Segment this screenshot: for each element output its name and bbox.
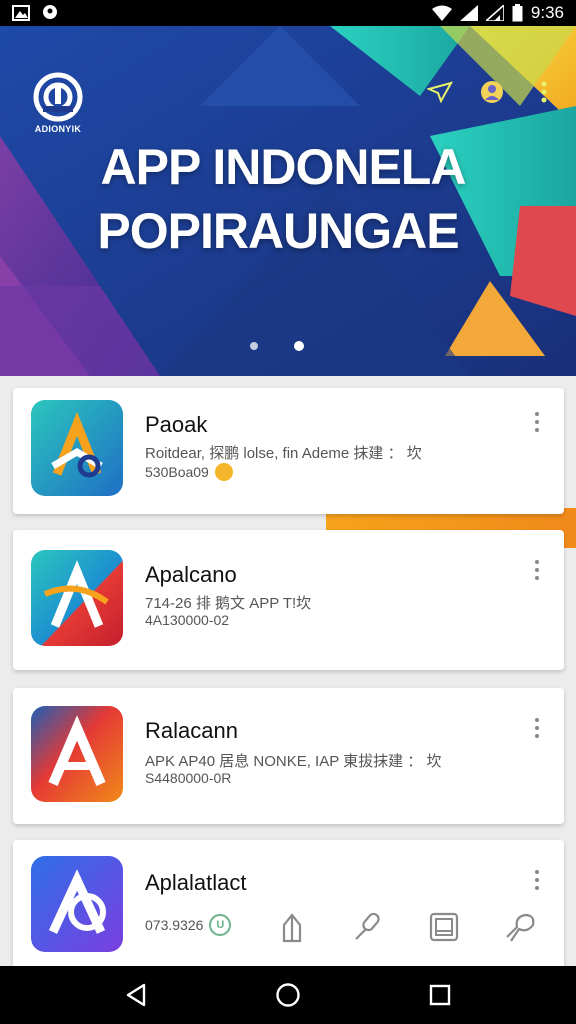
app-meta: 530Boa09 bbox=[145, 463, 233, 481]
gallery-icon[interactable] bbox=[427, 910, 461, 944]
location-icon bbox=[42, 4, 58, 22]
settings-icon[interactable] bbox=[503, 910, 537, 944]
hero-banner[interactable]: ADIONYIK APP INDONELA POPIRAUNGAE bbox=[0, 26, 576, 376]
brand-logo: ADIONYIK bbox=[28, 72, 88, 134]
gallery-icon bbox=[12, 5, 30, 21]
status-bar: 9:36 bbox=[0, 0, 576, 26]
app-meta: 073.9326 U bbox=[145, 914, 232, 936]
app-meta-text: 4A130000-02 bbox=[145, 612, 230, 628]
overflow-menu-icon[interactable] bbox=[532, 412, 542, 432]
app-card[interactable]: Aplalatlact 073.9326 U bbox=[13, 840, 564, 970]
verified-icon: U bbox=[209, 914, 232, 936]
system-nav-bar bbox=[0, 966, 576, 1024]
emoji-icon bbox=[214, 463, 233, 481]
app-meta: 4A130000-02 bbox=[145, 612, 229, 628]
status-right-icons: 9:36 bbox=[431, 3, 564, 23]
home-icon[interactable] bbox=[268, 975, 308, 1015]
wifi-icon bbox=[431, 5, 452, 21]
app-card[interactable]: Apalcano 714-26 排 鹅文 APP T!坎 4A130000-02 bbox=[13, 530, 564, 670]
banner-title-line2: POPIRAUNGAE bbox=[97, 203, 459, 259]
app-card[interactable]: Ralacann APK AP40 居息 NONKE, IAP 東拔抹建 ： 坎… bbox=[13, 688, 564, 824]
mic-icon[interactable] bbox=[351, 910, 385, 944]
status-time: 9:36 bbox=[530, 3, 564, 22]
carousel-indicator bbox=[250, 341, 304, 351]
app-name: Apalcano bbox=[145, 562, 237, 587]
app-description: 714-26 排 鹅文 APP T!坎 bbox=[145, 595, 312, 612]
battery-icon bbox=[512, 4, 523, 22]
back-icon[interactable] bbox=[116, 975, 156, 1015]
overflow-menu-icon[interactable] bbox=[532, 718, 542, 738]
banner-title-line1: APP INDONELA bbox=[100, 139, 467, 195]
app-meta: S4480000-0R bbox=[145, 770, 231, 786]
brand-logo-text: ADIONYIK bbox=[34, 124, 82, 134]
app-name: Paoak bbox=[145, 412, 208, 437]
signal-icon bbox=[459, 5, 478, 21]
overflow-menu-icon[interactable] bbox=[532, 560, 542, 580]
app-meta-text: 073.9326 bbox=[145, 917, 204, 933]
recents-icon[interactable] bbox=[420, 975, 460, 1015]
app-name: Aplalatlact bbox=[145, 870, 247, 895]
app-name: Ralacann bbox=[145, 718, 238, 743]
banner-actions bbox=[426, 78, 558, 106]
app-description: APK AP40 居息 NONKE, IAP 東拔抹建 ： 坎 bbox=[145, 753, 442, 770]
app-meta-text: 530Boa09 bbox=[145, 464, 209, 480]
app-meta-text: S4480000-0R bbox=[145, 770, 232, 786]
carousel-dot[interactable] bbox=[250, 342, 258, 350]
app-description: Roitdear, 探鹏 lolse, fin Ademe 抹建 ： 坎 bbox=[145, 445, 422, 462]
share-icon[interactable] bbox=[275, 910, 309, 944]
status-left-icons bbox=[12, 4, 58, 22]
overflow-menu-icon[interactable] bbox=[532, 870, 542, 890]
signal-icon bbox=[485, 5, 504, 21]
app-icon-teal[interactable] bbox=[31, 400, 123, 496]
more-icon[interactable] bbox=[530, 78, 558, 106]
app-icon-red-teal[interactable] bbox=[31, 550, 123, 646]
carousel-dot-active[interactable] bbox=[294, 341, 304, 351]
send-icon[interactable] bbox=[426, 78, 454, 106]
app-card[interactable]: Paoak Roitdear, 探鹏 lolse, fin Ademe 抹建 ：… bbox=[13, 388, 564, 514]
profile-icon[interactable] bbox=[478, 78, 506, 106]
app-icon-red-orange[interactable] bbox=[31, 706, 123, 802]
app-icon-blue-purple[interactable] bbox=[31, 856, 123, 952]
brand-logo-icon bbox=[33, 72, 83, 122]
card-action-row bbox=[275, 910, 537, 944]
